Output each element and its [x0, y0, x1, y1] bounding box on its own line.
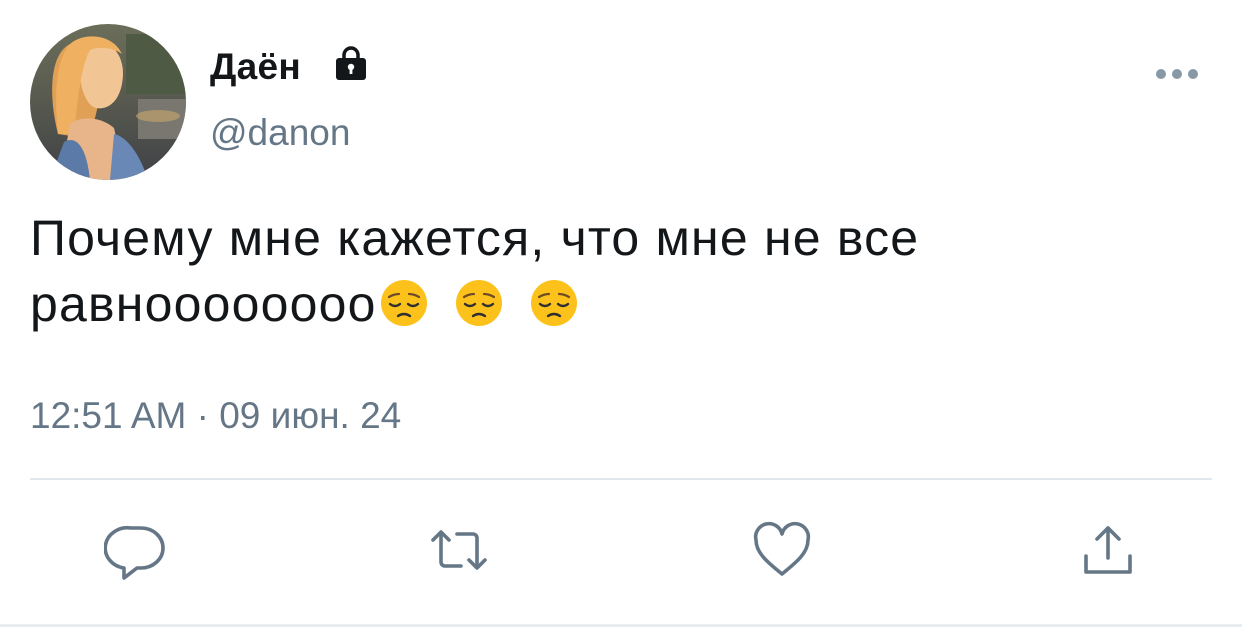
user-handle[interactable]: @danon [210, 112, 350, 154]
avatar[interactable] [30, 24, 186, 180]
tweet-text-line-2-text: равноооооооо [30, 276, 377, 332]
reply-button[interactable] [104, 518, 168, 582]
reply-icon [104, 525, 165, 580]
share-icon [1084, 526, 1132, 574]
share-button[interactable] [1076, 518, 1140, 582]
tweet-card: Даён @danon Почему мне кажется, что мне … [0, 0, 1242, 642]
tweet-date: 09 июн. 24 [219, 395, 402, 436]
heart-icon [753, 521, 811, 576]
tweet-text: Почему мне кажется, что мне не все равно… [30, 205, 1180, 344]
lock-icon [336, 46, 366, 80]
tweet-text-line-1: Почему мне кажется, что мне не все [30, 210, 920, 266]
bottom-border [0, 624, 1242, 627]
emoji-group [377, 278, 579, 344]
tweet-time: 12:51 AM [30, 395, 187, 436]
divider [30, 478, 1212, 480]
pensive-face-icon [530, 280, 577, 326]
tweet-text-line-2: равноооооооо [30, 271, 1180, 344]
retweet-button[interactable] [427, 518, 491, 582]
retweet-icon [431, 530, 487, 570]
display-name[interactable]: Даён [210, 46, 301, 88]
tweet-timestamp[interactable]: 12:51 AM · 09 июн. 24 [30, 395, 401, 437]
like-button[interactable] [750, 518, 814, 582]
meta-separator: · [196, 395, 209, 436]
more-icon[interactable] [1154, 62, 1200, 86]
pensive-face-icon [455, 280, 502, 326]
pensive-face-icon [380, 280, 427, 326]
